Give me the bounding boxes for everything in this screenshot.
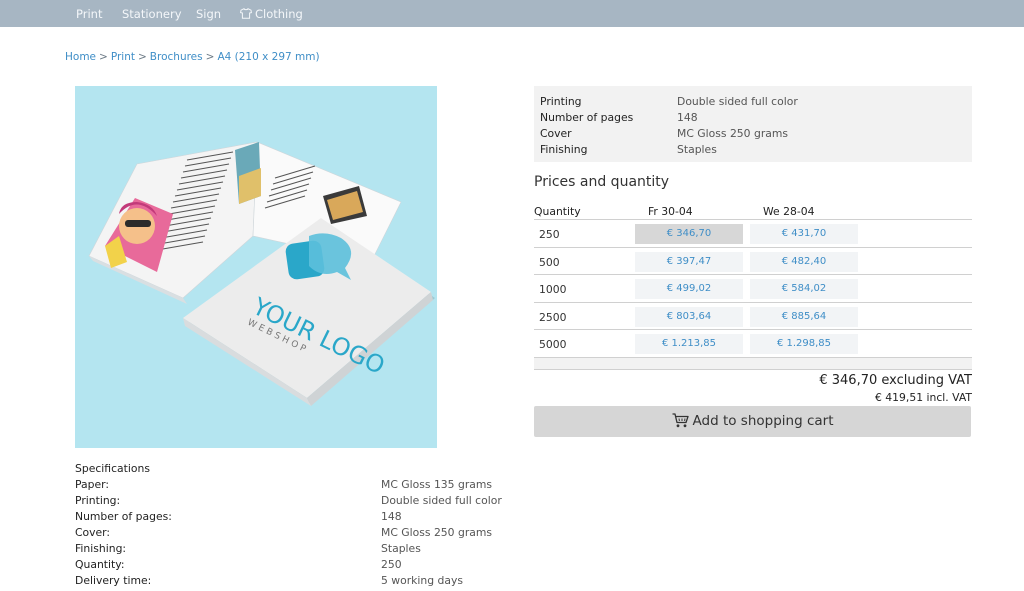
quantity-cell: 5000 (539, 338, 567, 352)
spec-row: Paper: MC Gloss 135 grams (75, 477, 505, 493)
breadcrumb: Home > Print > Brochures > A4 (210 x 297 mm) (65, 51, 320, 63)
breadcrumb-home[interactable]: Home (65, 51, 96, 63)
price-option[interactable]: € 1.298,85 (750, 334, 858, 355)
spec-label: Quantity: (75, 558, 125, 571)
spec-label: Cover: (75, 526, 111, 539)
price-table: Quantity Fr 30-04 We 28-04 250 € 346,70 … (534, 204, 972, 370)
spec-row: Delivery time: 5 working days (75, 573, 505, 589)
spec-value: Double sided full color (381, 494, 502, 507)
specifications-title: Specifications (75, 462, 150, 475)
spec-row: Printing: Double sided full color (75, 493, 505, 509)
price-option[interactable]: € 1.213,85 (635, 334, 743, 355)
spec-value: 5 working days (381, 574, 464, 587)
spec-value: 250 (381, 558, 402, 571)
prices-title: Prices and quantity (534, 174, 670, 190)
spec-label: Paper: (75, 478, 110, 491)
nav-item-print[interactable]: Print (76, 7, 102, 21)
summary-label: Printing (540, 95, 582, 108)
price-option[interactable]: € 885,64 (750, 306, 858, 327)
nav-item-clothing[interactable]: Clothing (240, 7, 303, 21)
summary-value: Staples (677, 143, 717, 156)
summary-value: Double sided full color (677, 95, 798, 108)
product-image: YOUR LOGO WEBSHOP (75, 86, 437, 448)
price-option[interactable]: € 584,02 (750, 279, 858, 300)
summary-value: MC Gloss 250 grams (677, 127, 789, 140)
price-option-selected[interactable]: € 346,70 (635, 224, 743, 244)
table-row: 1000 € 499,02 € 584,02 (534, 275, 972, 303)
price-option[interactable]: € 482,40 (750, 251, 858, 272)
summary-row: Number of pages 148 (540, 110, 972, 126)
column-header-date-1: Fr 30-04 (648, 205, 693, 218)
shopping-cart-icon (672, 413, 689, 428)
spec-label: Finishing: (75, 542, 127, 555)
spec-label: Delivery time: (75, 574, 152, 587)
spec-label: Number of pages: (75, 510, 172, 523)
price-including-vat: € 419,51 incl. VAT (875, 391, 972, 404)
tshirt-icon (240, 7, 252, 19)
price-option[interactable]: € 803,64 (635, 306, 743, 327)
column-header-quantity: Quantity (534, 205, 581, 218)
quantity-cell: 2500 (539, 310, 567, 324)
spec-value: 148 (381, 510, 402, 523)
price-table-header: Quantity Fr 30-04 We 28-04 (534, 204, 972, 220)
spec-value: MC Gloss 135 grams (381, 478, 493, 491)
table-row: 5000 € 1.213,85 € 1.298,85 (534, 330, 972, 358)
brochure-illustration: YOUR LOGO WEBSHOP (88, 141, 435, 406)
price-option[interactable]: € 397,47 (635, 251, 743, 272)
specifications: Specifications Paper: MC Gloss 135 grams… (75, 461, 505, 589)
table-row: 2500 € 803,64 € 885,64 (534, 303, 972, 331)
breadcrumb-separator: > (99, 51, 108, 63)
quantity-cell: 250 (539, 228, 560, 241)
price-option[interactable]: € 499,02 (635, 279, 743, 300)
breadcrumb-separator: > (137, 51, 147, 63)
spec-value: MC Gloss 250 grams (381, 526, 493, 539)
spec-row: Number of pages: 148 (75, 509, 505, 525)
price-excluding-vat: € 346,70 excluding VAT (819, 373, 972, 388)
add-to-cart-label: Add to shopping cart (692, 413, 834, 429)
table-row: 500 € 397,47 € 482,40 (534, 248, 972, 276)
top-navigation: Print Stationery Sign Clothing (0, 0, 1024, 27)
breadcrumb-print[interactable]: Print (111, 51, 135, 63)
spec-row: Cover: MC Gloss 250 grams (75, 525, 505, 541)
summary-row: Cover MC Gloss 250 grams (540, 126, 972, 142)
summary-label: Cover (540, 127, 572, 140)
add-to-cart-button[interactable]: Add to shopping cart (534, 406, 971, 437)
table-row: 250 € 346,70 € 431,70 (534, 220, 972, 248)
breadcrumb-separator: > (205, 51, 215, 63)
quantity-cell: 1000 (539, 283, 567, 297)
price-option[interactable]: € 431,70 (750, 224, 858, 244)
spec-row: Quantity: 250 (75, 557, 505, 573)
quantity-cell: 500 (539, 255, 560, 269)
price-table-footer (534, 357, 972, 370)
product-summary: Printing Double sided full color Number … (534, 86, 972, 162)
nav-item-stationery[interactable]: Stationery (122, 7, 182, 21)
nav-item-sign[interactable]: Sign (196, 7, 221, 21)
summary-label: Number of pages (540, 111, 634, 124)
spec-label: Printing: (75, 494, 121, 507)
column-header-date-2: We 28-04 (763, 205, 815, 218)
summary-value: 148 (677, 111, 698, 124)
spec-value: Staples (381, 542, 421, 555)
summary-label: Finishing (540, 143, 588, 156)
spec-row: Finishing: Staples (75, 541, 505, 557)
summary-row: Printing Double sided full color (540, 94, 972, 110)
nav-item-clothing-label: Clothing (255, 7, 303, 21)
summary-row: Finishing Staples (540, 142, 972, 158)
breadcrumb-a4[interactable]: A4 (210 x 297 mm) (217, 51, 319, 63)
breadcrumb-brochures[interactable]: Brochures (150, 51, 203, 63)
